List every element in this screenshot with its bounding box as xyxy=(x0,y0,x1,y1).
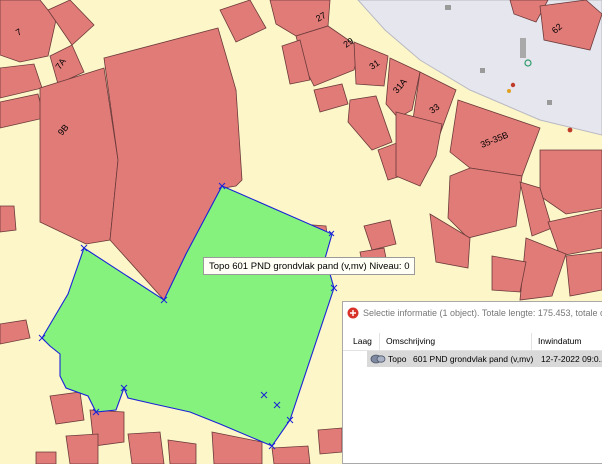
road-marker xyxy=(507,89,511,93)
cell-laag: Topo xyxy=(388,354,407,364)
road-feature xyxy=(480,68,485,73)
building xyxy=(65,433,99,464)
panel-title: Selectie informatie (1 object). Totale l… xyxy=(363,308,602,318)
road-feature xyxy=(520,38,526,58)
selection-info-panel[interactable]: Selectie informatie (1 object). Totale l… xyxy=(342,301,602,464)
building xyxy=(447,167,523,239)
panel-titlebar[interactable]: Selectie informatie (1 object). Totale l… xyxy=(343,302,602,324)
layer-icon xyxy=(370,354,386,364)
building xyxy=(127,431,165,464)
building xyxy=(39,67,119,245)
building xyxy=(0,205,17,233)
feature-tooltip: Topo 601 PND grondvlak pand (v,mv) Nivea… xyxy=(203,257,416,275)
table-row[interactable]: Topo 601 PND grondvlak pand (v,mv) 12-7-… xyxy=(367,351,602,367)
app-logo-icon xyxy=(347,307,359,319)
building xyxy=(491,255,527,293)
column-header-laag[interactable]: Laag xyxy=(349,333,379,350)
building xyxy=(565,251,602,297)
building xyxy=(167,439,197,464)
road-marker xyxy=(567,127,573,133)
cell-omschrijving: 601 PND grondvlak pand (v,mv) xyxy=(413,354,534,364)
column-header-inwindatum[interactable]: Inwindatum xyxy=(531,333,602,350)
building xyxy=(271,445,311,464)
road-marker xyxy=(510,82,516,88)
building xyxy=(317,427,343,455)
road-feature xyxy=(547,100,552,105)
road-feature xyxy=(445,5,451,10)
building xyxy=(35,451,57,464)
column-header-omschrijving[interactable]: Omschrijving xyxy=(379,333,531,350)
table-header: Laag Omschrijving Inwindatum xyxy=(343,333,602,351)
building xyxy=(0,0,57,63)
cell-inwindatum: 12-7-2022 09:0... xyxy=(541,354,602,364)
building xyxy=(49,391,85,425)
